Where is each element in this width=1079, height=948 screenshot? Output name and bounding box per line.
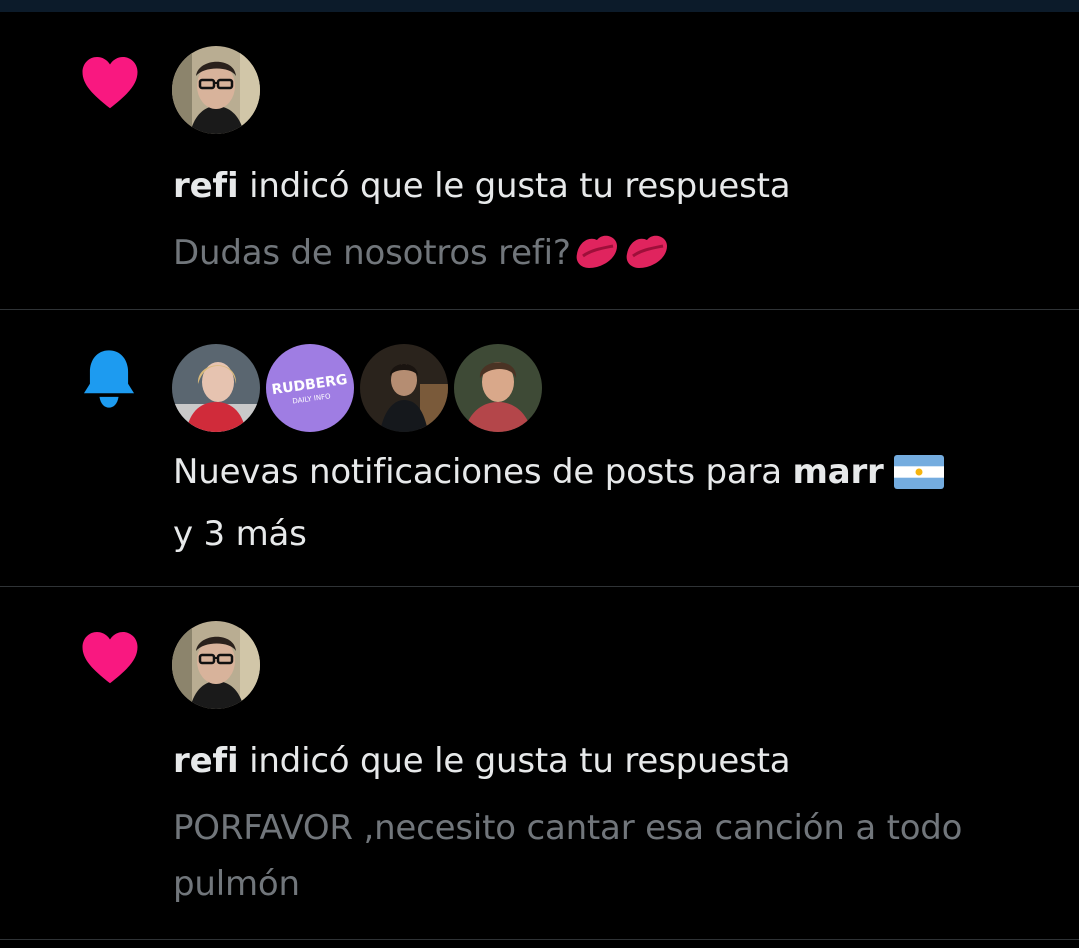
avatar-refi[interactable] [172,621,260,709]
snippet-text: Dudas de nosotros refi? [173,233,571,273]
avatar-group [172,46,260,134]
heart-icon [80,54,140,110]
avatar-user-3[interactable] [360,344,448,432]
text-after: y 3 más [173,514,307,554]
reply-snippet[interactable]: Dudas de nosotros refi? [173,225,1049,287]
avatar-refi[interactable] [172,46,260,134]
action-text: indicó que le gusta tu respuesta [238,741,791,781]
avatar-user-1[interactable] [172,344,260,432]
notification-text: Nuevas notificaciones de posts para marr… [173,444,1049,562]
notification-new-posts[interactable]: RUDBERG DAILY INFO Nuevas notificaciones… [0,310,1079,587]
bell-icon [80,348,138,410]
text-before: Nuevas notificaciones de posts para [173,452,793,492]
avatar-group [172,621,260,709]
avatar-group: RUDBERG DAILY INFO [172,344,542,432]
heart-icon [80,629,140,685]
argentina-flag-icon [894,450,945,506]
avatar-rudberg-daily-info[interactable]: RUDBERG DAILY INFO [266,344,354,432]
top-bar [0,0,1079,12]
notification-like[interactable]: refi indicó que le gusta tu respuesta PO… [0,587,1079,940]
notification-text: refi indicó que le gusta tu respuesta [173,158,1049,214]
notification-text: refi indicó que le gusta tu respuesta [173,733,1049,789]
snippet-text: PORFAVOR ,necesito cantar esa canción a … [173,808,963,904]
user-name[interactable]: marr [792,452,883,492]
action-text: indicó que le gusta tu respuesta [238,166,791,206]
notification-like[interactable]: refi indicó que le gusta tu respuesta Du… [0,12,1079,310]
user-name[interactable]: refi [173,741,239,781]
avatar-user-4[interactable] [454,344,542,432]
reply-snippet[interactable]: PORFAVOR ,necesito cantar esa canción a … [173,800,1049,912]
user-name[interactable]: refi [173,166,239,206]
kiss-mark-emoji-icon [571,230,671,287]
